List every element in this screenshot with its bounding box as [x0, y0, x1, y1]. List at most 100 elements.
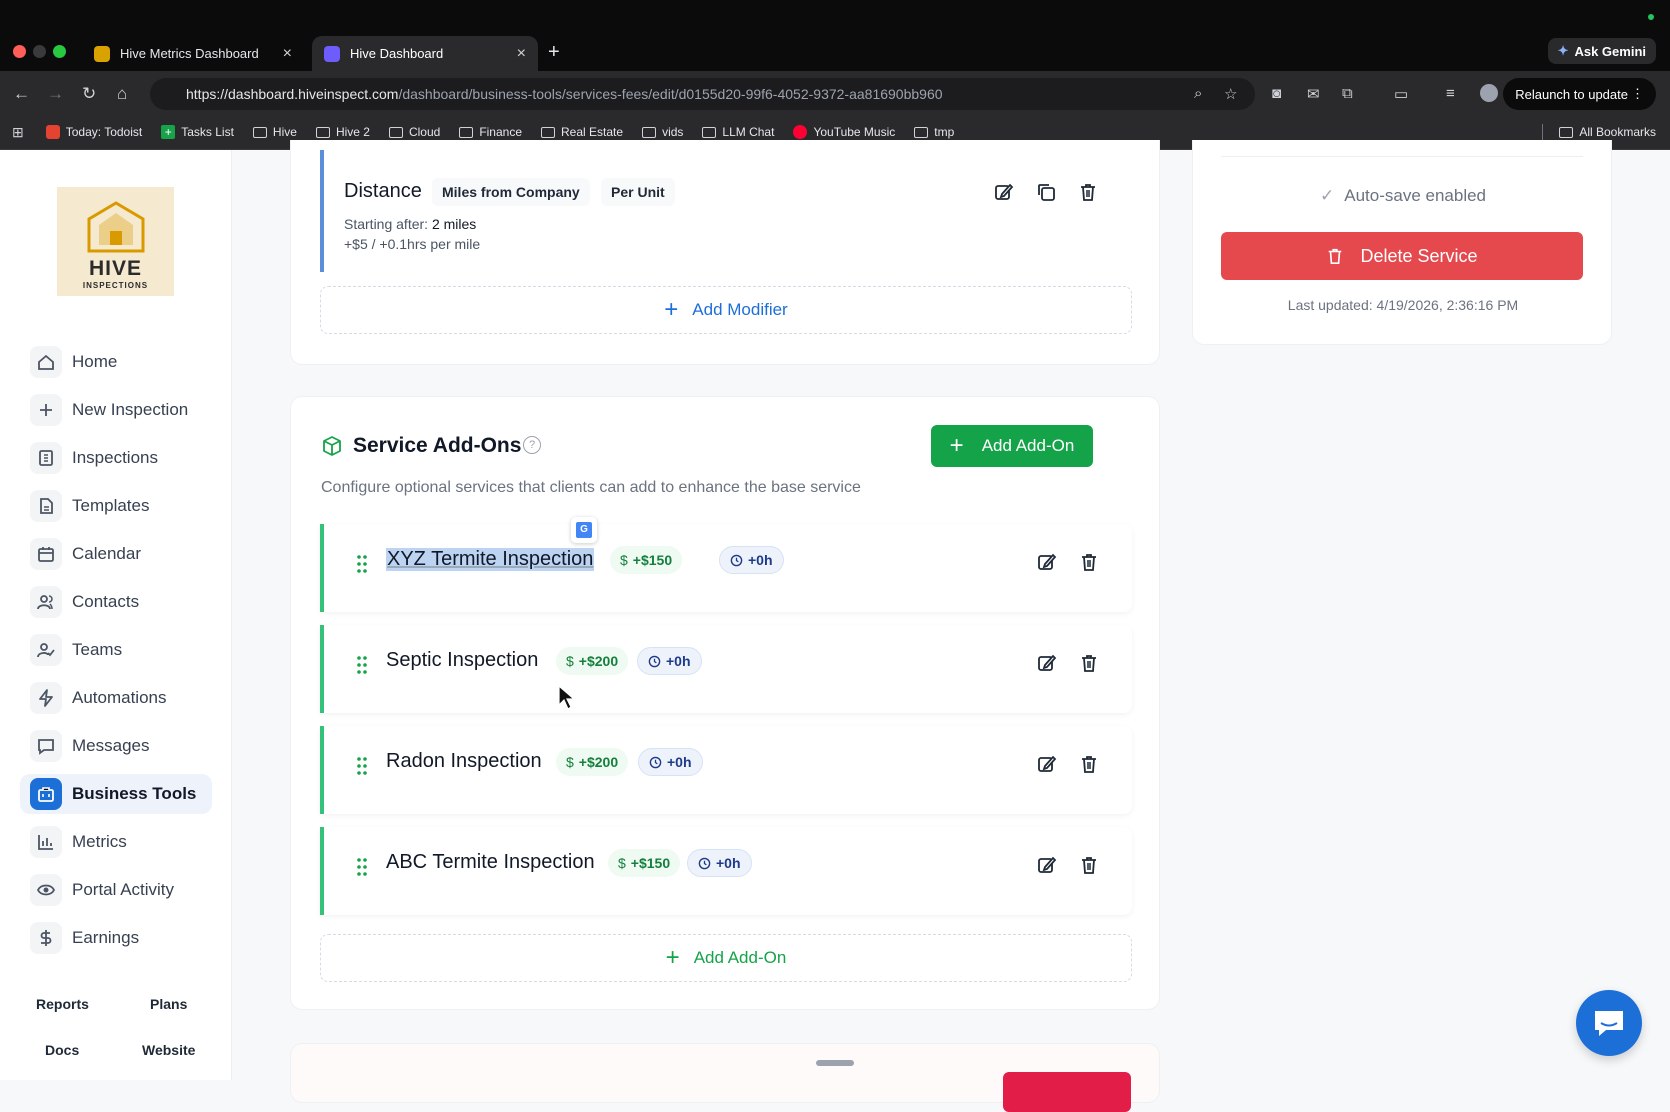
- user-check-icon: [30, 634, 62, 666]
- hive-logo[interactable]: HIVE INSPECTIONS: [57, 187, 174, 296]
- logo-title: HIVE: [88, 257, 142, 280]
- chat-launcher-button[interactable]: [1576, 990, 1642, 1056]
- addon-name[interactable]: Radon Inspection: [386, 750, 542, 773]
- delete-service-button[interactable]: Delete Service: [1221, 232, 1583, 280]
- zoom-icon[interactable]: ⌕: [1194, 85, 1202, 102]
- ask-gemini-button[interactable]: ✦ Ask Gemini: [1547, 38, 1656, 64]
- footer-link-reports[interactable]: Reports: [36, 996, 89, 1012]
- bookmark-llm-chat[interactable]: LLM Chat: [702, 125, 774, 139]
- drag-handle-icon[interactable]: [356, 655, 368, 675]
- bookmark-finance[interactable]: Finance: [459, 125, 522, 139]
- sidebar-item-contacts[interactable]: Contacts: [20, 582, 212, 622]
- bookmark-youtube-music[interactable]: YouTube Music: [793, 125, 895, 139]
- apps-grid-icon[interactable]: ⊞: [12, 124, 24, 141]
- google-translate-icon[interactable]: G: [571, 517, 597, 543]
- sidebar-item-label: Messages: [72, 736, 150, 755]
- bookmark-tasks-list[interactable]: + Tasks List: [161, 125, 234, 139]
- mouse-cursor-icon: [558, 685, 576, 710]
- trash-icon[interactable]: [1078, 182, 1098, 202]
- help-icon[interactable]: ?: [523, 436, 541, 454]
- drag-handle-icon[interactable]: [356, 857, 368, 877]
- reload-icon[interactable]: ↻: [82, 84, 96, 104]
- sidebar-item-label: New Inspection: [72, 400, 189, 419]
- bookmark-star-icon[interactable]: ☆: [1224, 85, 1237, 103]
- bookmark-hive-2[interactable]: Hive 2: [315, 125, 370, 139]
- footer-link-docs[interactable]: Docs: [45, 1042, 79, 1058]
- url-domain: https://dashboard.hiveinspect.com: [186, 86, 399, 102]
- trash-icon[interactable]: [1079, 754, 1099, 774]
- mail-icon[interactable]: ✉: [1307, 85, 1320, 103]
- bookmark-real-estate[interactable]: Real Estate: [541, 125, 623, 139]
- close-tab-icon[interactable]: ×: [283, 45, 292, 63]
- sidebar-item-inspections[interactable]: Inspections: [20, 438, 212, 478]
- edit-icon[interactable]: [1037, 855, 1057, 875]
- close-tab-icon[interactable]: ×: [517, 45, 526, 63]
- addon-time: +0h: [666, 653, 691, 669]
- back-icon[interactable]: ←: [13, 84, 30, 104]
- footer-link-plans[interactable]: Plans: [150, 996, 187, 1012]
- trash-icon[interactable]: [1079, 855, 1099, 875]
- sidebar-item-label: Home: [72, 352, 118, 371]
- edit-icon[interactable]: [994, 182, 1014, 202]
- add-addon-bottom-button[interactable]: + Add Add-On: [320, 934, 1132, 982]
- sidebar-item-messages[interactable]: Messages: [20, 726, 212, 766]
- extensions-icon[interactable]: ⧉: [1342, 85, 1353, 102]
- sidebar-item-automations[interactable]: Automations: [20, 678, 212, 718]
- add-modifier-button[interactable]: + Add Modifier: [320, 286, 1132, 334]
- camera-icon[interactable]: ◙: [1272, 85, 1281, 102]
- forward-icon[interactable]: →: [47, 84, 64, 104]
- bookmark-tmp[interactable]: tmp: [914, 125, 954, 139]
- sidebar-item-business-tools[interactable]: Business Tools: [20, 774, 212, 814]
- tab-hive-dashboard[interactable]: Hive Dashboard ×: [312, 36, 538, 71]
- media-icon[interactable]: ≡: [1446, 85, 1455, 102]
- addon-row[interactable]: Septic Inspection $ +$200 +0h: [320, 625, 1132, 713]
- zoom-window-button[interactable]: [53, 45, 66, 58]
- edit-icon[interactable]: [1037, 552, 1057, 572]
- sidebar-item-metrics[interactable]: Metrics: [20, 822, 212, 862]
- profile-avatar[interactable]: [1480, 84, 1498, 102]
- bookmark-vids[interactable]: vids: [642, 125, 683, 139]
- sidebar-item-home[interactable]: Home: [20, 342, 212, 382]
- bookmark-cloud[interactable]: Cloud: [388, 125, 440, 139]
- edit-icon[interactable]: [1037, 653, 1057, 673]
- trash-icon[interactable]: [1079, 552, 1099, 572]
- new-tab-icon[interactable]: +: [548, 41, 560, 64]
- sidebar-item-portal-activity[interactable]: Portal Activity: [20, 870, 212, 910]
- sidebar-item-templates[interactable]: Templates: [20, 486, 212, 526]
- relaunch-button[interactable]: Relaunch to update ⋮: [1503, 78, 1656, 110]
- section-action-button[interactable]: [1003, 1072, 1131, 1112]
- cast-icon[interactable]: ▭: [1394, 85, 1408, 103]
- dollar-icon: $: [566, 754, 574, 770]
- minimize-window-button[interactable]: [33, 45, 46, 58]
- addon-name[interactable]: ABC Termite Inspection: [386, 851, 595, 874]
- translate-glyph-icon: G: [576, 522, 592, 538]
- addon-name[interactable]: XYZ Termite Inspection: [386, 548, 595, 571]
- bookmark-todoist[interactable]: Today: Todoist: [45, 125, 142, 139]
- add-addon-button[interactable]: + Add Add-On: [931, 425, 1093, 467]
- drag-handle-icon[interactable]: [356, 756, 368, 776]
- bookmark-hive[interactable]: Hive: [252, 125, 297, 139]
- addon-time-badge: +0h: [638, 748, 703, 776]
- bookmark-label: LLM Chat: [722, 125, 775, 139]
- all-bookmarks-button[interactable]: All Bookmarks: [1542, 124, 1656, 140]
- trash-icon[interactable]: [1079, 653, 1099, 673]
- home-icon[interactable]: ⌂: [117, 84, 127, 104]
- addon-name[interactable]: Septic Inspection: [386, 649, 538, 672]
- footer-link-website[interactable]: Website: [142, 1042, 195, 1058]
- scroll-handle[interactable]: [816, 1060, 854, 1066]
- addon-row[interactable]: ABC Termite Inspection $ +$150 +0h: [320, 827, 1132, 915]
- menu-dots-icon[interactable]: ⋮: [1631, 86, 1644, 102]
- sidebar-item-calendar[interactable]: Calendar: [20, 534, 212, 574]
- bookmark-label: Real Estate: [561, 125, 624, 139]
- sidebar-item-new-inspection[interactable]: New Inspection: [20, 390, 212, 430]
- address-bar[interactable]: https://dashboard.hiveinspect.com/dashbo…: [150, 78, 1255, 110]
- edit-icon[interactable]: [1037, 754, 1057, 774]
- addon-row[interactable]: Radon Inspection $ +$200 +0h: [320, 726, 1132, 814]
- addon-row[interactable]: XYZ Termite Inspection $ +$150 +0h: [320, 524, 1132, 612]
- sidebar-item-earnings[interactable]: Earnings: [20, 918, 212, 958]
- sidebar-item-teams[interactable]: Teams: [20, 630, 212, 670]
- close-window-button[interactable]: [13, 45, 26, 58]
- duplicate-icon[interactable]: [1036, 182, 1056, 202]
- tab-hive-metrics[interactable]: Hive Metrics Dashboard ×: [82, 36, 304, 71]
- drag-handle-icon[interactable]: [356, 554, 368, 574]
